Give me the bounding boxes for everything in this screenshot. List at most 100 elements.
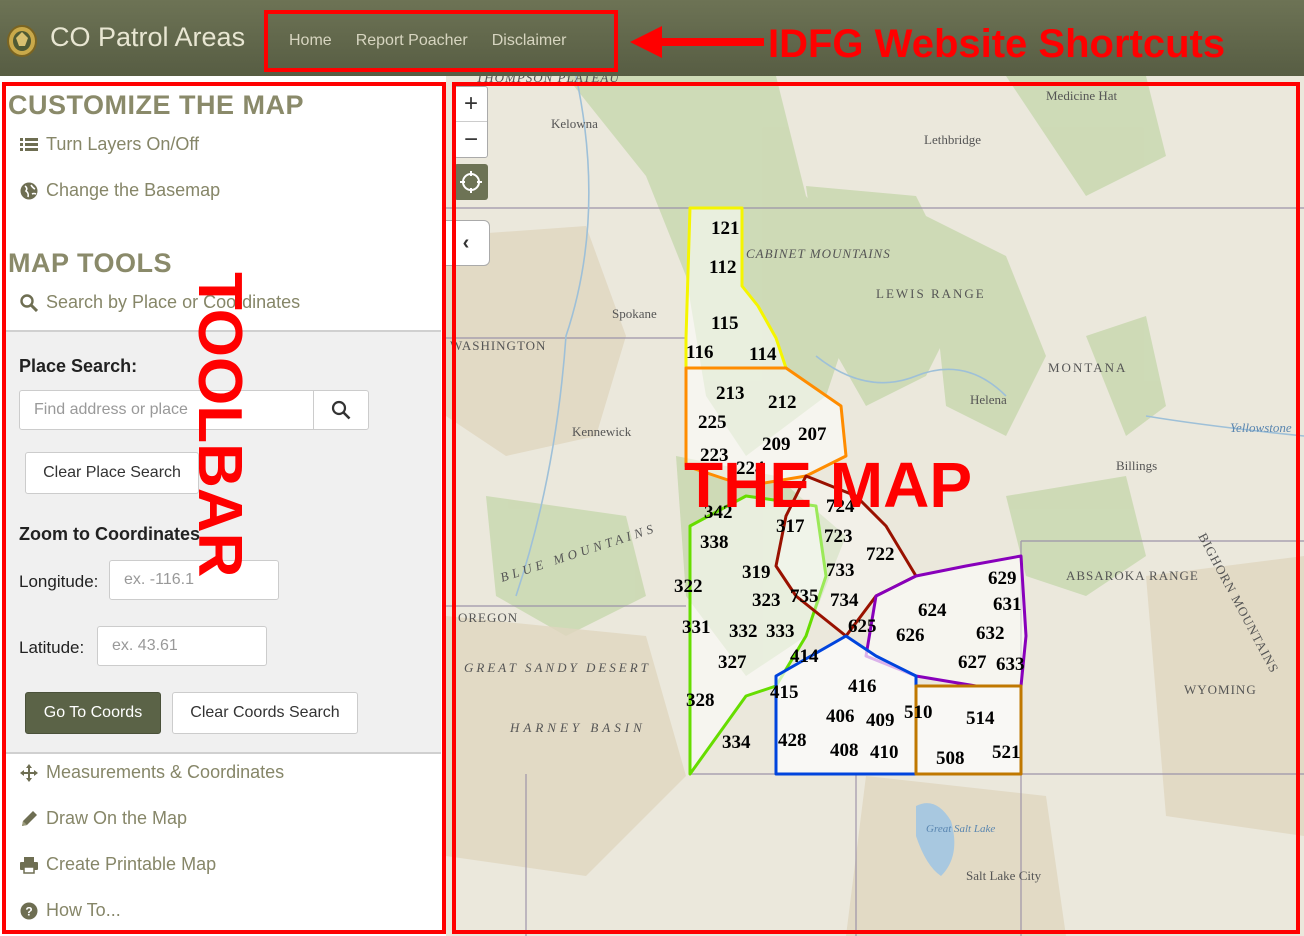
unit-label-510: 510 [904, 702, 933, 723]
unit-label-115: 115 [711, 313, 738, 334]
search-tool-link[interactable]: Search by Place or Coordinates [20, 292, 300, 313]
go-to-coords-button[interactable]: Go To Coords [25, 692, 161, 734]
map-label-washington: WASHINGTON [450, 338, 546, 353]
unit-label-213: 213 [716, 383, 745, 404]
map-label-harney-basin: HARNEY BASIN [509, 720, 646, 735]
unit-label-735: 735 [790, 586, 819, 607]
map-label-montana: MONTANA [1048, 360, 1127, 375]
unit-label-334: 334 [722, 732, 751, 753]
unit-label-409: 409 [866, 710, 895, 731]
clear-coords-search-button[interactable]: Clear Coords Search [172, 692, 358, 734]
sidebar: CUSTOMIZE THE MAP Turn Layers On/Off Cha… [0, 76, 446, 936]
unit-label-323: 323 [752, 590, 781, 611]
unit-label-121: 121 [711, 218, 740, 239]
unit-label-521: 521 [992, 742, 1021, 763]
draw-link[interactable]: Draw On the Map [20, 808, 187, 829]
basemap-link-label: Change the Basemap [46, 180, 221, 200]
unit-label-428: 428 [778, 730, 807, 751]
shortcuts-annotation-arrow [630, 26, 764, 58]
map-label-billings: Billings [1116, 458, 1157, 473]
how-to-link-label: How To... [46, 900, 121, 920]
unit-label-112: 112 [709, 257, 736, 278]
printer-icon [20, 856, 38, 874]
address-search-button[interactable] [313, 390, 369, 430]
latitude-label: Latitude: [19, 638, 85, 657]
svg-text:?: ? [25, 904, 32, 918]
nav-disclaimer-link[interactable]: Disclaimer [492, 32, 567, 50]
how-to-link[interactable]: ? How To... [20, 900, 121, 921]
measurements-link-label: Measurements & Coordinates [46, 762, 285, 782]
map-label-oregon: OREGON [458, 610, 518, 625]
unit-label-514: 514 [966, 708, 995, 729]
unit-label-209: 209 [762, 434, 791, 455]
unit-label-328: 328 [686, 690, 715, 711]
search-tool-label: Search by Place or Coordinates [46, 292, 301, 312]
unit-label-624: 624 [918, 600, 947, 621]
pencil-icon [22, 810, 37, 826]
unit-label-317: 317 [776, 516, 805, 537]
unit-label-626: 626 [896, 625, 925, 646]
zoom-out-button[interactable]: − [455, 122, 487, 157]
map-label-kennewick: Kennewick [572, 424, 632, 439]
move-arrows-icon [20, 763, 38, 782]
measurements-link[interactable]: Measurements & Coordinates [20, 762, 284, 783]
question-circle-icon: ? [20, 902, 38, 919]
map-label-great-sandy-desert: GREAT SANDY DESERT [464, 660, 651, 675]
map-label-cabinet-mountains: CABINET MOUNTAINS [746, 246, 891, 261]
nav-home-link[interactable]: Home [289, 32, 332, 50]
unit-label-723: 723 [824, 526, 853, 547]
search-panel: Place Search: Clear Place Search Zoom to… [5, 330, 441, 754]
layers-link-label: Turn Layers On/Off [46, 134, 200, 154]
map-label-salt-lake-city: Salt Lake City [966, 868, 1042, 883]
address-search-input[interactable] [19, 390, 315, 430]
latitude-input[interactable] [97, 626, 267, 666]
map-label-wyoming: WYOMING [1184, 682, 1257, 697]
unit-label-223: 223 [700, 445, 729, 466]
nav-report-poacher-link[interactable]: Report Poacher [356, 32, 468, 50]
unit-label-331: 331 [682, 617, 711, 638]
map-tools-heading: MAP TOOLS [8, 248, 173, 278]
collapse-sidebar-button[interactable]: ‹ [446, 220, 490, 266]
basemap: THOMPSON PLATEAU Kelowna Medicine Hat Le… [446, 76, 1304, 936]
customize-heading: CUSTOMIZE THE MAP [8, 90, 305, 120]
unit-label-508: 508 [936, 748, 965, 769]
basemap-link[interactable]: Change the Basemap [20, 180, 220, 201]
draw-link-label: Draw On the Map [46, 808, 188, 828]
app-title: CO Patrol Areas [50, 22, 246, 52]
unit-label-632: 632 [976, 623, 1005, 644]
unit-label-722: 722 [866, 544, 895, 565]
unit-label-629: 629 [988, 568, 1017, 589]
unit-label-319: 319 [742, 562, 771, 583]
zoom-control: + − [454, 86, 488, 158]
unit-label-333: 333 [766, 621, 795, 642]
unit-label-415: 415 [770, 682, 799, 703]
search-icon [20, 293, 38, 312]
idfg-logo-icon [7, 25, 37, 57]
map-label-lewis-range: LEWIS RANGE [876, 286, 986, 301]
map-view[interactable]: THOMPSON PLATEAU Kelowna Medicine Hat Le… [446, 76, 1304, 936]
unit-label-338: 338 [700, 532, 729, 553]
list-icon [20, 137, 38, 151]
unit-label-225: 225 [698, 412, 727, 433]
unit-label-734: 734 [830, 590, 859, 611]
unit-label-114: 114 [749, 344, 777, 365]
unit-label-224: 224 [736, 458, 765, 479]
map-label-medicine-hat: Medicine Hat [1046, 88, 1118, 103]
map-label-lethbridge: Lethbridge [924, 132, 981, 147]
print-link[interactable]: Create Printable Map [20, 854, 216, 875]
unit-label-633: 633 [996, 654, 1025, 675]
place-search-label: Place Search: [19, 356, 138, 376]
layers-link[interactable]: Turn Layers On/Off [20, 134, 199, 155]
locate-button[interactable] [454, 164, 488, 200]
map-label-spokane: Spokane [612, 306, 657, 321]
search-icon [331, 400, 351, 420]
zoom-to-coords-label: Zoom to Coordinates [19, 524, 200, 544]
unit-label-406: 406 [826, 706, 855, 727]
map-label-yellowstone: Yellowstone [1230, 420, 1292, 435]
unit-label-342: 342 [704, 502, 733, 523]
longitude-input[interactable] [109, 560, 279, 600]
unit-label-327: 327 [718, 652, 747, 673]
unit-label-332: 332 [729, 621, 758, 642]
clear-place-search-button[interactable]: Clear Place Search [25, 452, 199, 494]
zoom-in-button[interactable]: + [455, 87, 487, 122]
